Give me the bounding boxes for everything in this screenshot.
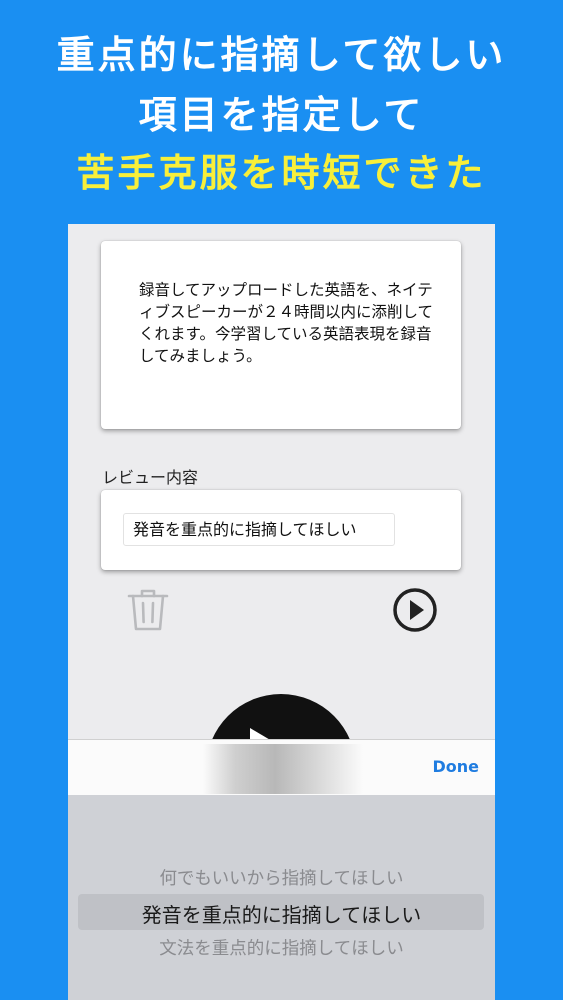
review-content-field[interactable]: 発音を重点的に指摘してほしい xyxy=(123,513,395,546)
picker-option[interactable]: 文法を重点的に指摘してほしい xyxy=(68,935,495,960)
done-button[interactable]: Done xyxy=(432,757,479,776)
play-circle-icon xyxy=(393,588,437,632)
picker-option[interactable]: 何でもいいから指摘してほしい xyxy=(68,865,495,890)
description-text: 録音してアップロードした英語を、ネイティブスピーカーが２４時間以内に添削してくれ… xyxy=(139,281,434,365)
trash-icon xyxy=(127,589,169,631)
picker-option-selected[interactable]: 発音を重点的に指摘してほしい xyxy=(68,899,495,928)
headline-line-1: 重点的に指摘して欲しい xyxy=(56,33,507,77)
phone-screen: 録音してアップロードした英語を、ネイティブスピーカーが２４時間以内に添削してくれ… xyxy=(68,224,495,1000)
description-card: 録音してアップロードした英語を、ネイティブスピーカーが２４時間以内に添削してくれ… xyxy=(101,241,461,429)
picker-fade-area xyxy=(68,799,495,859)
play-button[interactable] xyxy=(392,587,438,633)
picker-toolbar: Done xyxy=(68,739,495,796)
blurred-area xyxy=(203,744,363,794)
headline-line-3: 苦手克服を時短できた xyxy=(76,151,487,195)
review-label: レビュー内容 xyxy=(102,468,199,487)
review-picker[interactable]: 何でもいいから指摘してほしい 発音を重点的に指摘してほしい 文法を重点的に指摘し… xyxy=(68,795,495,1000)
delete-button[interactable] xyxy=(126,587,170,633)
headline-line-2: 項目を指定して xyxy=(138,93,425,137)
review-card: 発音を重点的に指摘してほしい xyxy=(101,490,461,570)
